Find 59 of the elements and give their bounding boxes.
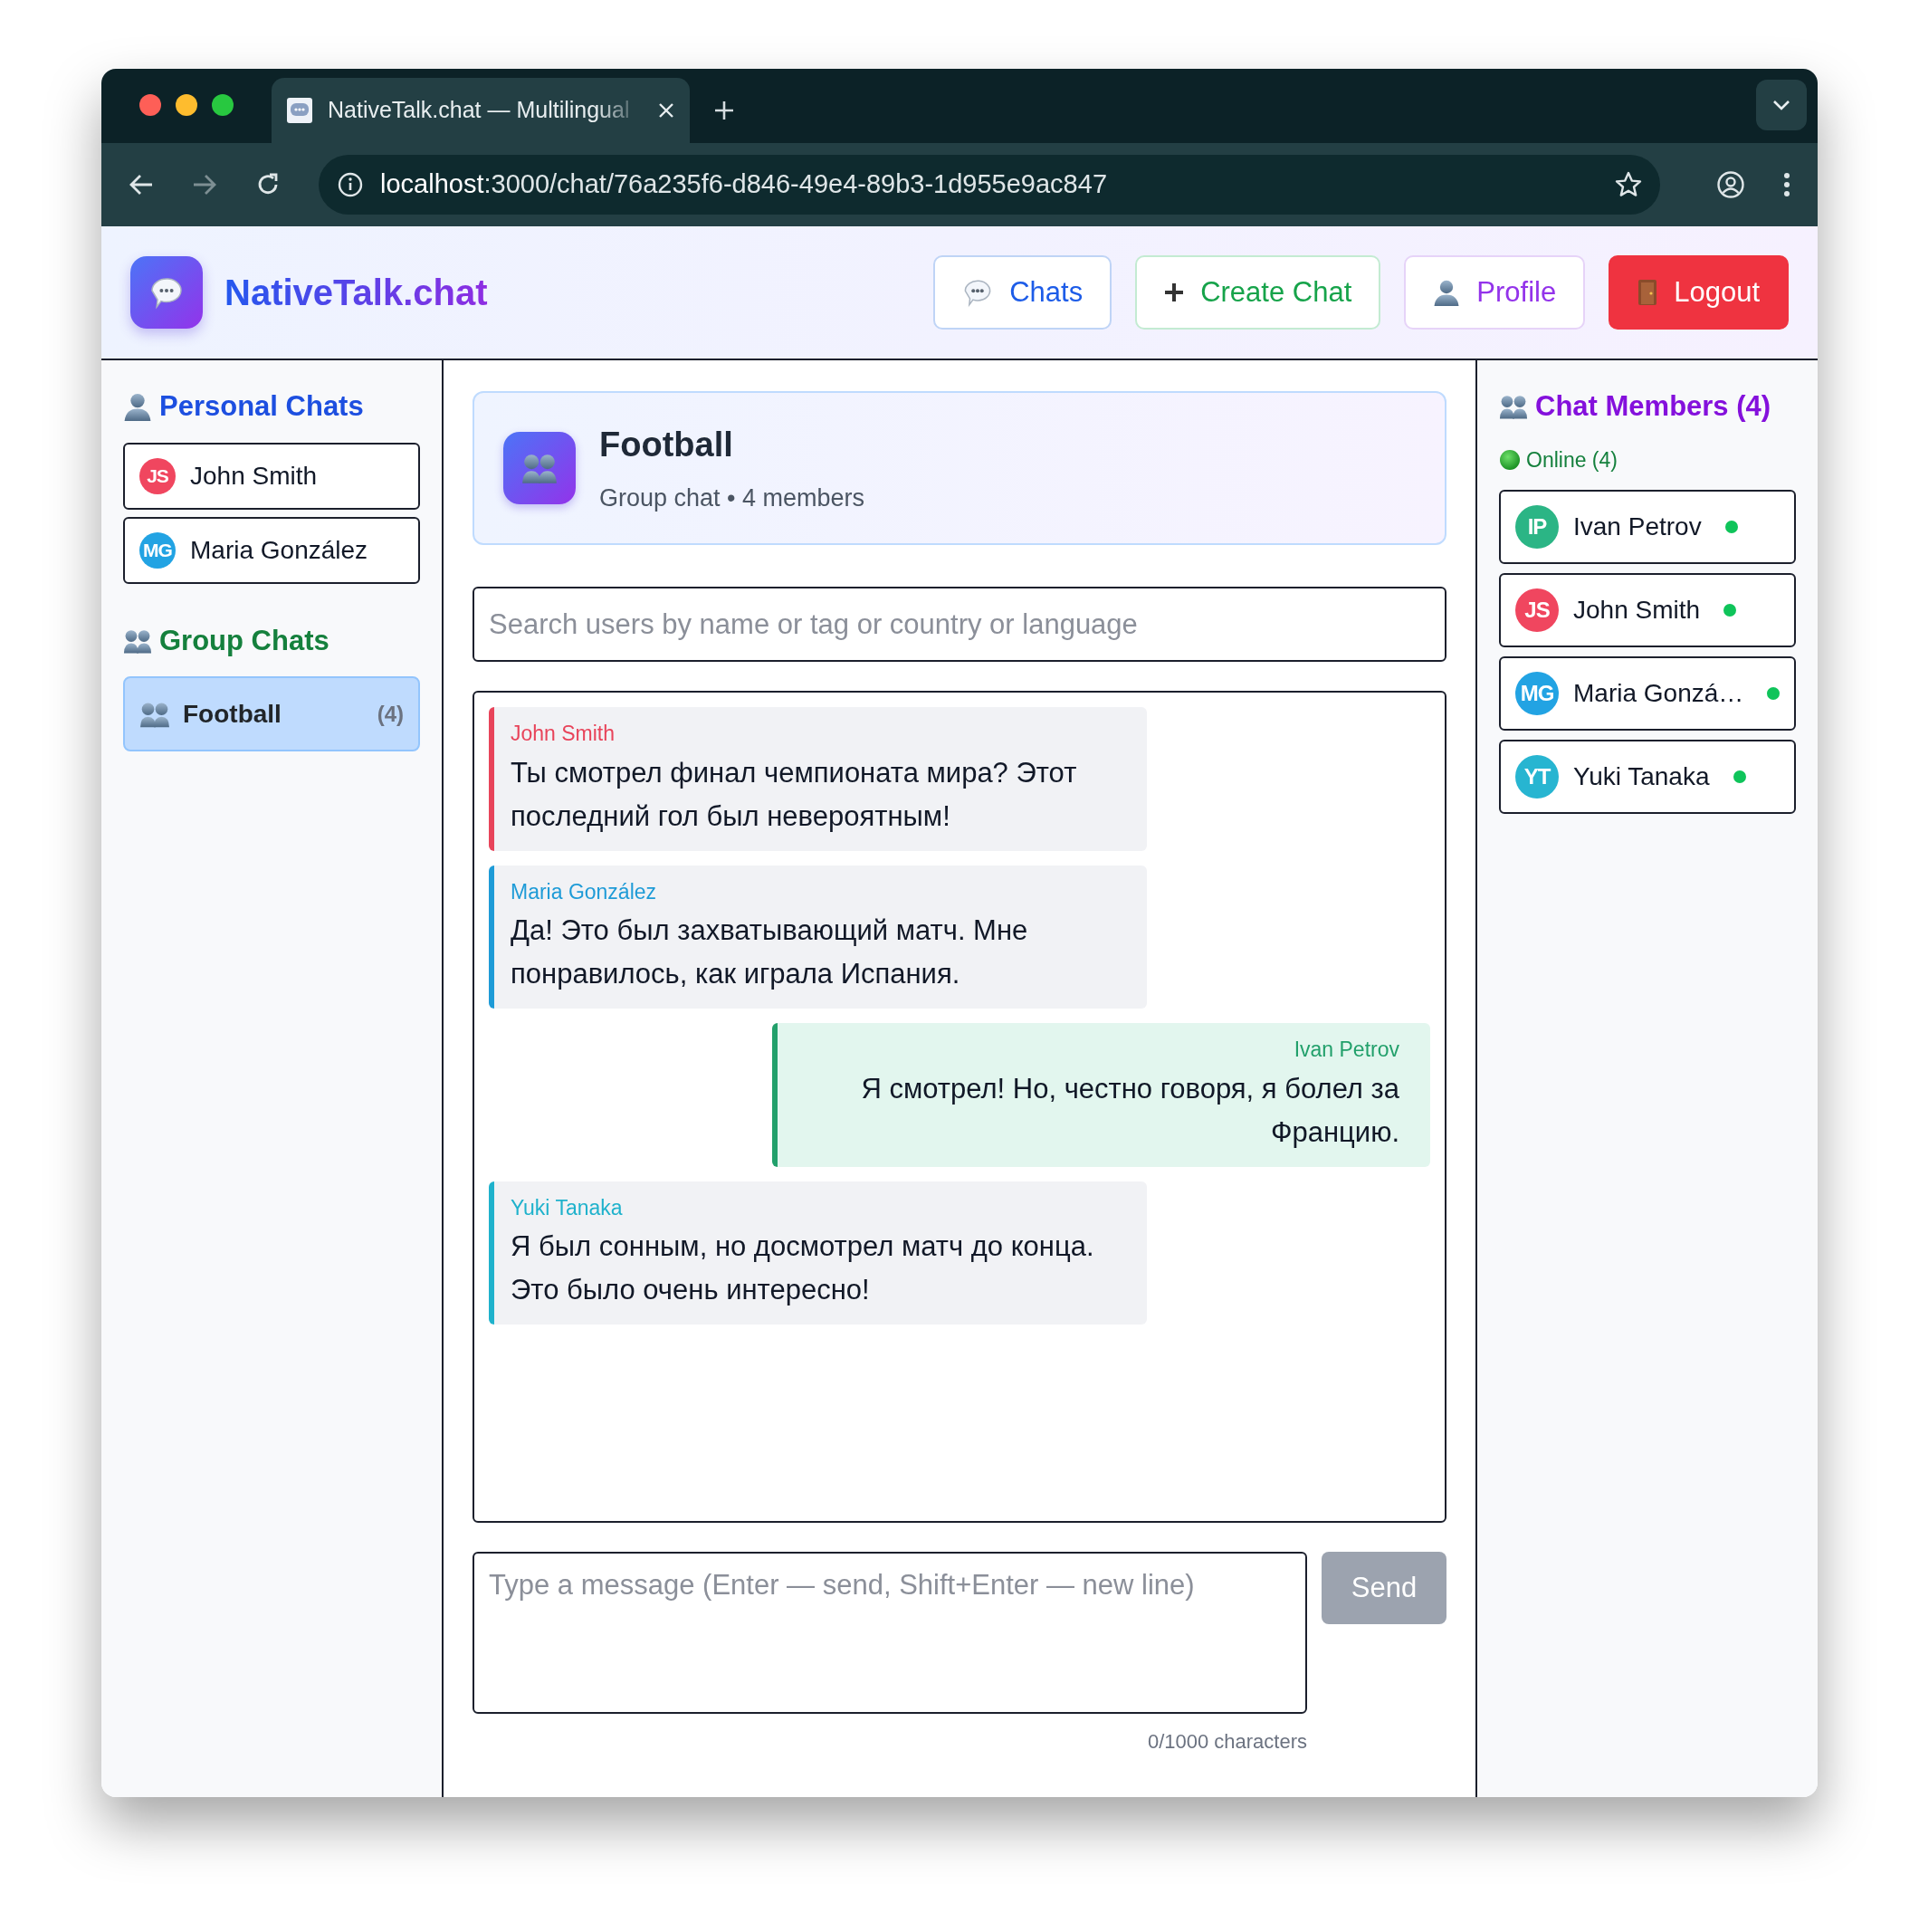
member-item[interactable]: MG Maria Gonzá… [1499, 656, 1796, 731]
message-text: Да! Это был захватывающий матч. Мне понравилось, как играла Испания. [511, 913, 1029, 991]
favicon-icon [286, 97, 313, 124]
section-heading: Chat Members (4) [1535, 389, 1771, 424]
chat-title: Football [599, 425, 734, 466]
member-count: (4) [377, 700, 404, 728]
person-icon [1433, 279, 1461, 306]
section-heading: Group Chats [159, 623, 329, 658]
message-text: Ты смотрел финал чемпионата мира? Этот последний гол был невероятным! [511, 755, 1078, 834]
url-text: localhost:3000/chat/76a235f6-d846-49e4-89b3-1d955e9ac847 [380, 168, 1108, 201]
avatar: YT [1515, 755, 1559, 799]
sender-name: John Smith [511, 721, 616, 747]
tab-title: NativeTalk.chat — Multilingual [328, 96, 631, 125]
sender-name: Ivan Petrov [1293, 1037, 1399, 1063]
member-name: Yuki Tanaka [1573, 761, 1710, 792]
nav-button[interactable]: Logout [1609, 255, 1789, 330]
person-icon [123, 392, 152, 422]
avatar: MG [1515, 672, 1559, 715]
status-dot-icon [1499, 448, 1521, 471]
nav-button[interactable]: Profile [1404, 255, 1586, 330]
more-icon[interactable] [1783, 172, 1790, 197]
tab-list-button[interactable] [1756, 80, 1807, 130]
avatar: JS [139, 457, 176, 494]
account-icon[interactable] [1716, 170, 1745, 199]
chat-list-item[interactable]: MG Maria González [123, 516, 420, 584]
member-name: Ivan Petrov [1573, 512, 1702, 542]
close-icon[interactable] [657, 101, 675, 120]
avatar: IP [1515, 505, 1559, 549]
member-item[interactable]: JS John Smith [1499, 573, 1796, 647]
plus-icon [1164, 282, 1185, 302]
character-counter: 0/1000 characters [1147, 1729, 1307, 1755]
member-item[interactable]: IP Ivan Petrov [1499, 490, 1796, 564]
star-icon[interactable] [1615, 171, 1642, 198]
chat-name: Football [183, 698, 282, 730]
sender-name: Yuki Tanaka [511, 1194, 624, 1221]
search-field[interactable]: Search users by name or tag or country or language [473, 587, 1446, 662]
new-tab-icon[interactable] [713, 100, 735, 121]
member-item[interactable]: YT Yuki Tanaka [1499, 740, 1796, 814]
avatar: MG [139, 531, 176, 569]
nav-button[interactable]: Chats [933, 255, 1112, 330]
online-label: Online (4) [1526, 446, 1618, 473]
message-text: Я был сонным, но досмотрел матч до конца. Это было очень интересно! [511, 1229, 1095, 1307]
section-heading: Personal Chats [159, 389, 364, 424]
member-name: John Smith [1573, 595, 1701, 626]
sender-name: Maria González [511, 878, 658, 905]
info-icon[interactable] [337, 171, 364, 198]
address-bar[interactable]: localhost:3000/chat/76a235f6-d846-49e4-89b3-1d955e9ac847 [319, 155, 1660, 215]
door-icon [1637, 279, 1658, 306]
member-name: Maria Gonzá… [1573, 678, 1744, 709]
chat-subtitle: Group chat • 4 members [599, 483, 865, 514]
browser-tab[interactable]: NativeTalk.chat — Multilingual [272, 78, 690, 143]
avatar: JS [1515, 588, 1559, 632]
window-control[interactable] [176, 94, 197, 116]
window-control[interactable] [139, 94, 161, 116]
message-text: Я смотрел! Но, честно говоря, я болел за Францию. [860, 1071, 1399, 1150]
window-control[interactable] [212, 94, 234, 116]
chevron-down-icon [1772, 100, 1790, 110]
chat-list-item[interactable]: JS John Smith [123, 442, 420, 510]
group-chat-item[interactable]: Football (4) [123, 676, 420, 751]
